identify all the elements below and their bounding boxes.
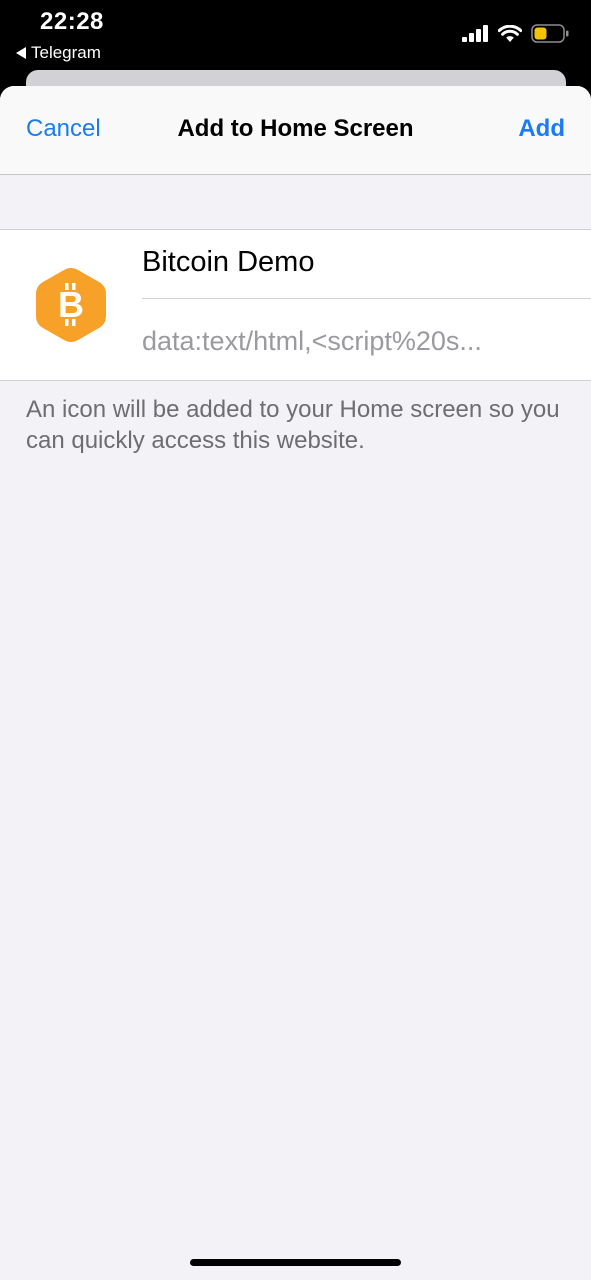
wifi-icon — [498, 24, 522, 42]
cellular-signal-icon — [462, 25, 488, 42]
navigation-bar: Cancel Add to Home Screen Add — [0, 86, 591, 175]
add-button[interactable]: Add — [518, 115, 565, 143]
back-to-app-link[interactable]: Telegram — [16, 43, 101, 63]
field-divider — [142, 298, 591, 299]
shortcut-details-group: B data:text/html,<script%20s... — [0, 229, 591, 381]
back-app-label: Telegram — [31, 43, 101, 62]
shortcut-name-input[interactable] — [142, 246, 572, 279]
footer-description: An icon will be added to your Home scree… — [26, 396, 560, 454]
screen: 22:28 Telegram Cancel Add to Home Screen… — [0, 0, 591, 1280]
status-time: 22:28 — [40, 8, 104, 35]
battery-icon — [531, 24, 569, 43]
status-icons — [462, 24, 569, 43]
home-indicator[interactable] — [190, 1259, 401, 1266]
add-to-home-sheet: Cancel Add to Home Screen Add B data:tex… — [0, 86, 591, 1280]
shortcut-url: data:text/html,<script%20s... — [142, 326, 482, 356]
status-bar: 22:28 Telegram — [0, 0, 591, 70]
svg-text:B: B — [58, 284, 84, 325]
back-arrow-icon — [16, 47, 26, 59]
page-title: Add to Home Screen — [177, 115, 414, 142]
bitcoin-icon: B — [36, 268, 106, 342]
